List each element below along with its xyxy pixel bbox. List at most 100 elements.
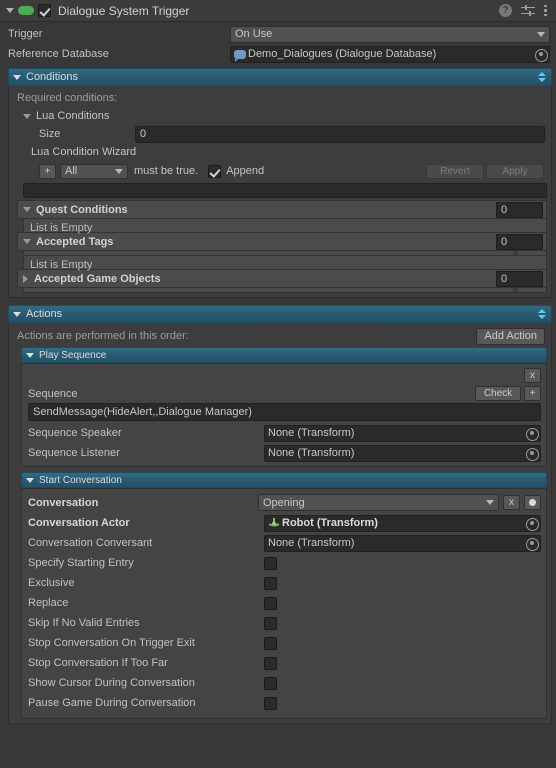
toggle-checkbox[interactable] bbox=[264, 696, 277, 710]
sequence-add-button[interactable]: + bbox=[524, 386, 541, 401]
quest-conditions-list-footer[interactable] bbox=[23, 251, 547, 256]
chevron-down-icon bbox=[13, 311, 21, 317]
object-picker-icon[interactable] bbox=[534, 48, 548, 62]
conversation-actor-value: Robot (Transform) bbox=[282, 517, 378, 529]
toggle-checkbox[interactable] bbox=[264, 636, 277, 650]
trigger-value: On Use bbox=[235, 28, 273, 40]
object-picker-icon[interactable] bbox=[525, 517, 539, 531]
actions-order-row: Actions are performed in this order: Add… bbox=[9, 326, 551, 346]
actions-order-label: Actions are performed in this order: bbox=[17, 330, 189, 342]
object-picker-icon[interactable] bbox=[525, 447, 539, 461]
toggle-label: Show Cursor During Conversation bbox=[28, 677, 195, 689]
chevron-down-icon bbox=[23, 113, 31, 119]
sequence-text-wrapper: SendMessage(HideAlert,,Dialogue Manager) bbox=[28, 403, 541, 421]
quest-conditions-size[interactable]: 0 bbox=[496, 201, 543, 218]
conditions-section-header[interactable]: Conditions bbox=[8, 68, 552, 86]
chevron-down-icon bbox=[23, 239, 31, 244]
lua-condition-wizard-label: Lua Condition Wizard bbox=[31, 146, 137, 158]
sequence-row: Sequence Check + bbox=[22, 384, 546, 403]
sequence-check-button[interactable]: Check bbox=[475, 386, 521, 401]
toggle-row: Replace bbox=[22, 593, 546, 613]
kebab-menu-icon[interactable] bbox=[544, 4, 548, 18]
toggle-checkbox[interactable] bbox=[264, 676, 277, 690]
toggle-label: Stop Conversation If Too Far bbox=[28, 657, 168, 669]
toggle-checkbox[interactable] bbox=[264, 616, 277, 630]
accepted-tags-list-footer[interactable] bbox=[23, 288, 547, 293]
actions-section-header[interactable]: Actions bbox=[8, 305, 552, 323]
component-foldout-arrow[interactable] bbox=[4, 4, 17, 17]
component-title: Dialogue System Trigger bbox=[58, 3, 190, 18]
toggle-label: Pause Game During Conversation bbox=[28, 697, 196, 709]
size-input[interactable]: 0 bbox=[135, 125, 545, 143]
sequence-listener-objectfield[interactable]: None (Transform) bbox=[264, 444, 541, 462]
conversation-conversant-objectfield[interactable]: None (Transform) bbox=[264, 534, 541, 552]
play-sequence-header[interactable]: Play Sequence bbox=[21, 347, 547, 363]
actions-body: Actions are performed in this order: Add… bbox=[8, 323, 552, 724]
wizard-mode-dropdown[interactable]: All bbox=[60, 163, 128, 179]
apply-button[interactable]: Apply bbox=[486, 163, 544, 179]
accepted-tags-size[interactable]: 0 bbox=[496, 233, 543, 250]
dialogue-database-icon bbox=[234, 49, 246, 62]
preset-icon[interactable] bbox=[521, 4, 535, 17]
remove-action-button[interactable]: x bbox=[524, 368, 541, 383]
revert-button[interactable]: Revert bbox=[426, 163, 484, 179]
sequence-value: SendMessage(HideAlert,,Dialogue Manager) bbox=[33, 406, 252, 418]
inspector-panel: Dialogue System Trigger ? Trigger On Use… bbox=[0, 0, 556, 768]
append-checkbox[interactable] bbox=[208, 164, 222, 178]
accepted-game-objects-size[interactable]: 0 bbox=[496, 270, 543, 287]
sequence-speaker-objectfield[interactable]: None (Transform) bbox=[264, 424, 541, 442]
toggle-label: Replace bbox=[28, 597, 69, 609]
conversation-clear-button[interactable]: x bbox=[503, 495, 520, 510]
play-sequence-toolbar: x bbox=[22, 367, 546, 384]
add-action-button[interactable]: Add Action bbox=[476, 327, 545, 345]
conversation-actor-row: Conversation Actor Robot (Transform) bbox=[22, 513, 546, 533]
start-conversation-header[interactable]: Start Conversation bbox=[21, 472, 547, 488]
component-enabled-checkbox[interactable] bbox=[38, 4, 51, 17]
object-picker-icon[interactable] bbox=[525, 537, 539, 551]
trigger-dropdown[interactable]: On Use bbox=[230, 25, 550, 43]
toggle-label: Specify Starting Entry bbox=[28, 557, 134, 569]
conversation-picker-button[interactable] bbox=[524, 495, 541, 510]
object-picker-icon[interactable] bbox=[525, 427, 539, 441]
toggle-checkbox[interactable] bbox=[264, 556, 277, 570]
wizard-preview-field[interactable] bbox=[23, 183, 547, 198]
conversation-toggle-list: Specify Starting Entry Exclusive Replace Sk… bbox=[22, 553, 546, 713]
required-conditions-row: Required conditions: bbox=[9, 89, 551, 107]
quest-conditions-list-header[interactable]: Quest Conditions 0 bbox=[17, 200, 547, 219]
conditions-header-label: Conditions bbox=[26, 71, 78, 83]
size-label: Size bbox=[39, 128, 61, 140]
must-be-true-label: must be true. bbox=[134, 165, 199, 177]
conversation-actor-objectfield[interactable]: Robot (Transform) bbox=[264, 514, 541, 532]
conversation-row: Conversation Opening x bbox=[22, 492, 546, 513]
lua-condition-wizard-row: Lua Condition Wizard bbox=[9, 143, 551, 161]
quest-conditions-empty-label: List is Empty bbox=[30, 222, 93, 234]
start-conversation-label: Start Conversation bbox=[39, 474, 122, 486]
lua-conditions-label: Lua Conditions bbox=[36, 110, 110, 122]
wizard-add-button[interactable]: + bbox=[39, 163, 56, 179]
actions-header-label: Actions bbox=[26, 308, 63, 320]
conversation-dropdown[interactable]: Opening bbox=[258, 494, 499, 511]
accepted-tags-empty-label: List is Empty bbox=[30, 259, 93, 271]
toggle-checkbox[interactable] bbox=[264, 576, 277, 590]
record-icon bbox=[529, 499, 536, 506]
toggle-label: Stop Conversation On Trigger Exit bbox=[28, 637, 195, 649]
toggle-row: Exclusive bbox=[22, 573, 546, 593]
sequence-speaker-label: Sequence Speaker bbox=[28, 427, 122, 439]
trigger-row: Trigger On Use bbox=[0, 24, 556, 44]
sequence-listener-row: Sequence Listener None (Transform) bbox=[22, 443, 546, 463]
accepted-game-objects-list-header[interactable]: Accepted Game Objects 0 bbox=[17, 269, 547, 288]
component-header[interactable]: Dialogue System Trigger ? bbox=[0, 0, 556, 22]
reference-database-objectfield[interactable]: Demo_Dialogues (Dialogue Database) bbox=[230, 45, 550, 63]
toggle-checkbox[interactable] bbox=[264, 656, 277, 670]
accepted-tags-list-header[interactable]: Accepted Tags 0 bbox=[17, 232, 547, 251]
accepted-game-objects-label: Accepted Game Objects bbox=[34, 272, 161, 285]
lua-conditions-foldout[interactable]: Lua Conditions bbox=[9, 107, 551, 125]
reorder-icon[interactable] bbox=[538, 308, 547, 320]
toggle-row: Stop Conversation On Trigger Exit bbox=[22, 633, 546, 653]
help-icon[interactable]: ? bbox=[499, 4, 512, 17]
sequence-textarea[interactable]: SendMessage(HideAlert,,Dialogue Manager) bbox=[28, 403, 541, 421]
reorder-icon[interactable] bbox=[538, 71, 547, 83]
sequence-listener-label: Sequence Listener bbox=[28, 447, 120, 459]
toggle-checkbox[interactable] bbox=[264, 596, 277, 610]
toggle-row: Specify Starting Entry bbox=[22, 553, 546, 573]
